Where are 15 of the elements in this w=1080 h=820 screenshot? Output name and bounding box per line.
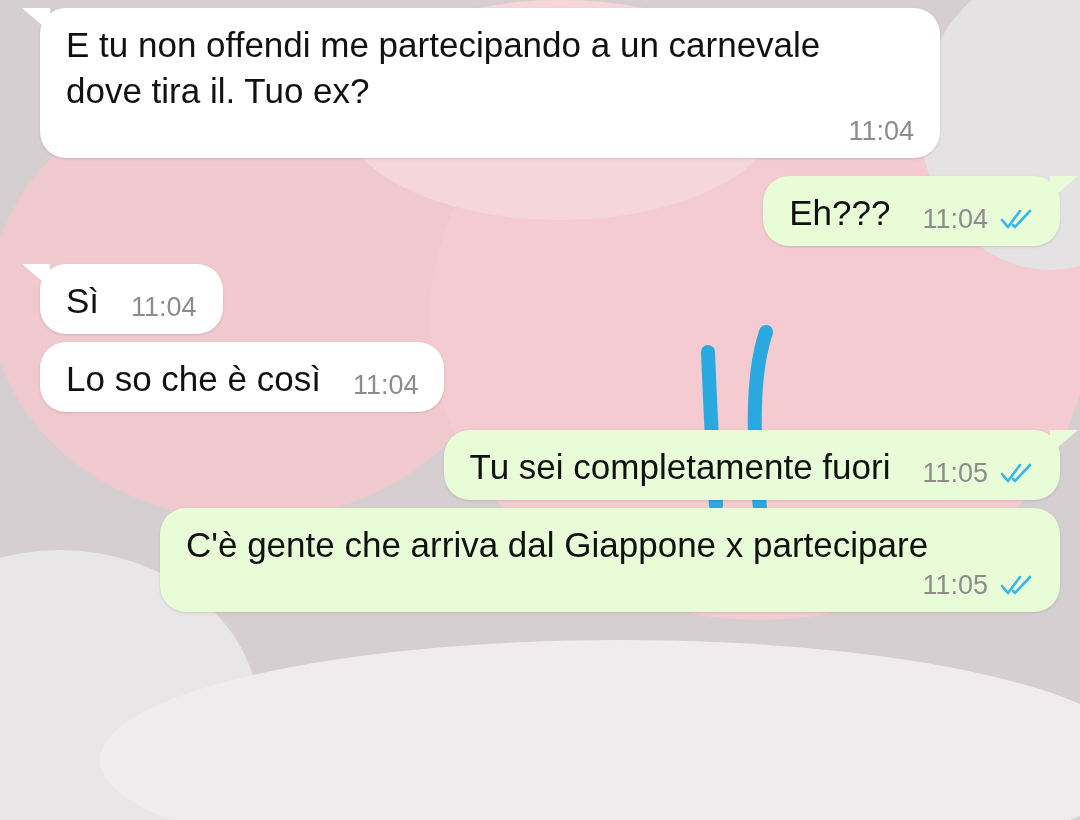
message-text: Eh???	[789, 192, 891, 234]
message-text: E tu non offendi me partecipando a un carnevale dove tira il. Tuo ex?	[66, 24, 822, 112]
double-check-icon	[1000, 462, 1034, 484]
message-time: 11:04	[922, 203, 988, 236]
double-check-icon	[1000, 574, 1034, 596]
message-time: 11:04	[352, 369, 419, 402]
message-text: Tu sei completamente fuori	[469, 446, 891, 488]
message-time: 11:04	[848, 115, 914, 148]
double-check-icon	[1000, 208, 1034, 230]
message-text: Lo so che è così	[66, 358, 321, 400]
message-time: 11:05	[922, 457, 988, 490]
message-text: C'è gente che arriva dal Giappone x partecipare	[186, 524, 929, 566]
message-text: Sì	[66, 280, 100, 322]
message-time: 11:05	[922, 569, 988, 602]
message-time: 11:04	[131, 291, 197, 324]
